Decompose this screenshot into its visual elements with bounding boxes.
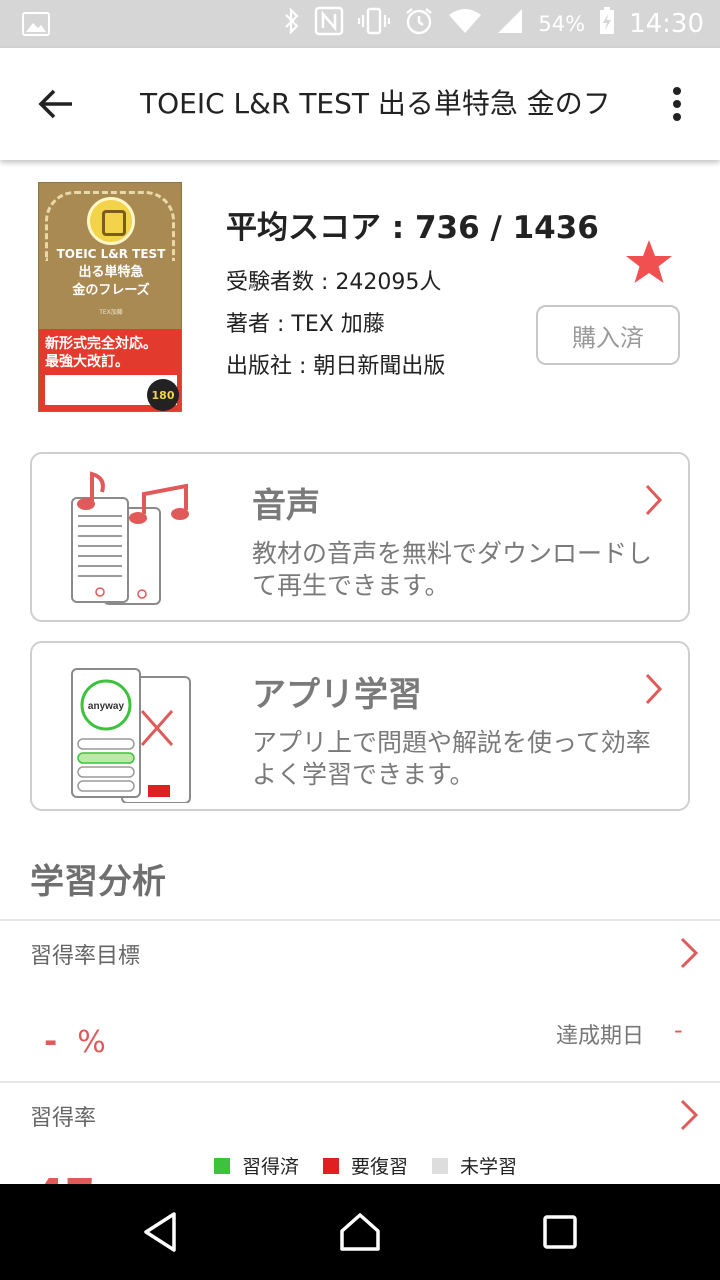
legend-item: 習得済 xyxy=(214,1152,299,1179)
card-description: 教材の音声を無料でダウンロードして再生できます。 xyxy=(252,539,653,600)
vibrate-icon xyxy=(358,7,391,41)
page-title: TOEIC L&R TEST 出る単特急 金のフ xyxy=(140,87,611,120)
target-rate-label[interactable]: 習得率目標 xyxy=(30,938,140,970)
audio-card[interactable]: 音声 教材の音声を無料でダウンロードして再生できます。 xyxy=(30,452,690,622)
divider xyxy=(0,1081,720,1083)
illustration-word: anyway xyxy=(88,701,125,712)
overflow-menu-button[interactable] xyxy=(662,84,692,124)
more-vertical-icon xyxy=(673,87,681,121)
card-title: 音声 xyxy=(252,486,320,526)
deadline-label: 達成期日 xyxy=(556,1024,645,1049)
app-study-illustration: anyway xyxy=(71,668,191,803)
target-rate-unit: % xyxy=(77,1025,106,1060)
cover-title-line: 出る単特急 xyxy=(78,265,144,280)
nav-home-button[interactable] xyxy=(320,1200,400,1264)
signal-icon xyxy=(496,7,524,41)
book-author: 著者 : TEX 加藤 xyxy=(226,312,385,337)
book-cover: TOEIC L&R TEST 出る単特急 金のフレーズ TEX加藤 新形式完全対… xyxy=(38,182,182,412)
nav-back-button[interactable] xyxy=(120,1200,200,1264)
legend-swatch xyxy=(214,1157,230,1174)
book-publisher: 出版社 : 朝日新聞出版 xyxy=(226,354,446,379)
legend-label: 要復習 xyxy=(351,1156,409,1178)
app-study-card[interactable]: anyway アプリ学習 アプリ上で問題や解説を使って効率よく学習できます。 xyxy=(30,641,690,811)
deadline-value: - xyxy=(674,1016,683,1044)
status-icons: 54% 14:30 xyxy=(284,0,704,48)
battery-icon xyxy=(599,7,615,41)
chevron-right-icon xyxy=(645,673,663,705)
train-icon xyxy=(87,197,135,245)
cover-banner: 新形式完全対応。 最強大改訂。 180 xyxy=(39,329,181,411)
cover-banner-text: 新形式完全対応。 最強大改訂。 xyxy=(45,335,157,371)
divider xyxy=(0,919,720,921)
nfc-icon xyxy=(314,6,344,42)
star-icon[interactable] xyxy=(624,238,674,286)
square-recents-icon xyxy=(543,1215,577,1249)
triangle-back-icon xyxy=(144,1212,176,1252)
cover-author: TEX加藤 xyxy=(99,309,123,316)
card-description: アプリ上で問題や解説を使って効率よく学習できます。 xyxy=(252,728,651,789)
wifi-icon xyxy=(448,7,482,41)
legend-item: 未学習 xyxy=(432,1152,517,1179)
section-title: 学習分析 xyxy=(30,862,166,902)
chevron-right-icon[interactable] xyxy=(678,936,700,970)
legend-label: 習得済 xyxy=(242,1156,300,1178)
cover-banner-line: 最強大改訂。 xyxy=(45,354,129,371)
cover-badge-number: 180 xyxy=(147,379,179,411)
status-time: 14:30 xyxy=(629,9,704,39)
alarm-icon xyxy=(404,6,434,42)
card-title: アプリ学習 xyxy=(252,675,422,715)
arrow-left-icon xyxy=(38,89,72,119)
legend-item: 要復習 xyxy=(323,1152,408,1179)
legend-swatch xyxy=(432,1157,449,1174)
cover-title-line: TOEIC L&R TEST xyxy=(56,247,166,261)
back-button[interactable] xyxy=(24,76,88,132)
audio-illustration xyxy=(71,471,189,605)
chart-legend: 習得済 要復習 未学習 xyxy=(214,1152,517,1179)
chevron-right-icon[interactable] xyxy=(678,1098,700,1132)
system-nav-bar xyxy=(0,1184,720,1280)
mastery-rate-label[interactable]: 習得率 xyxy=(30,1100,96,1132)
cover-banner-line: 新形式完全対応。 xyxy=(45,336,157,352)
legend-label: 未学習 xyxy=(460,1156,518,1178)
examinee-count: 受験者数 : 242095人 xyxy=(226,270,442,295)
legend-swatch xyxy=(323,1157,340,1174)
cover-title-line: 金のフレーズ xyxy=(72,283,150,298)
purchased-button[interactable]: 購入済 xyxy=(536,305,680,365)
average-score: 平均スコア : 736 / 1436 xyxy=(226,210,599,246)
app-bar: TOEIC L&R TEST 出る単特急 金のフ xyxy=(0,48,720,160)
battery-percent: 54% xyxy=(538,12,586,36)
nav-recents-button[interactable] xyxy=(520,1200,600,1264)
bluetooth-icon xyxy=(284,7,300,41)
image-icon xyxy=(22,0,50,48)
chevron-right-icon xyxy=(645,484,663,516)
target-rate-value: -% xyxy=(44,1022,106,1060)
target-rate-number: - xyxy=(44,1022,58,1060)
home-icon xyxy=(340,1213,380,1251)
status-bar: 54% 14:30 xyxy=(0,0,720,48)
